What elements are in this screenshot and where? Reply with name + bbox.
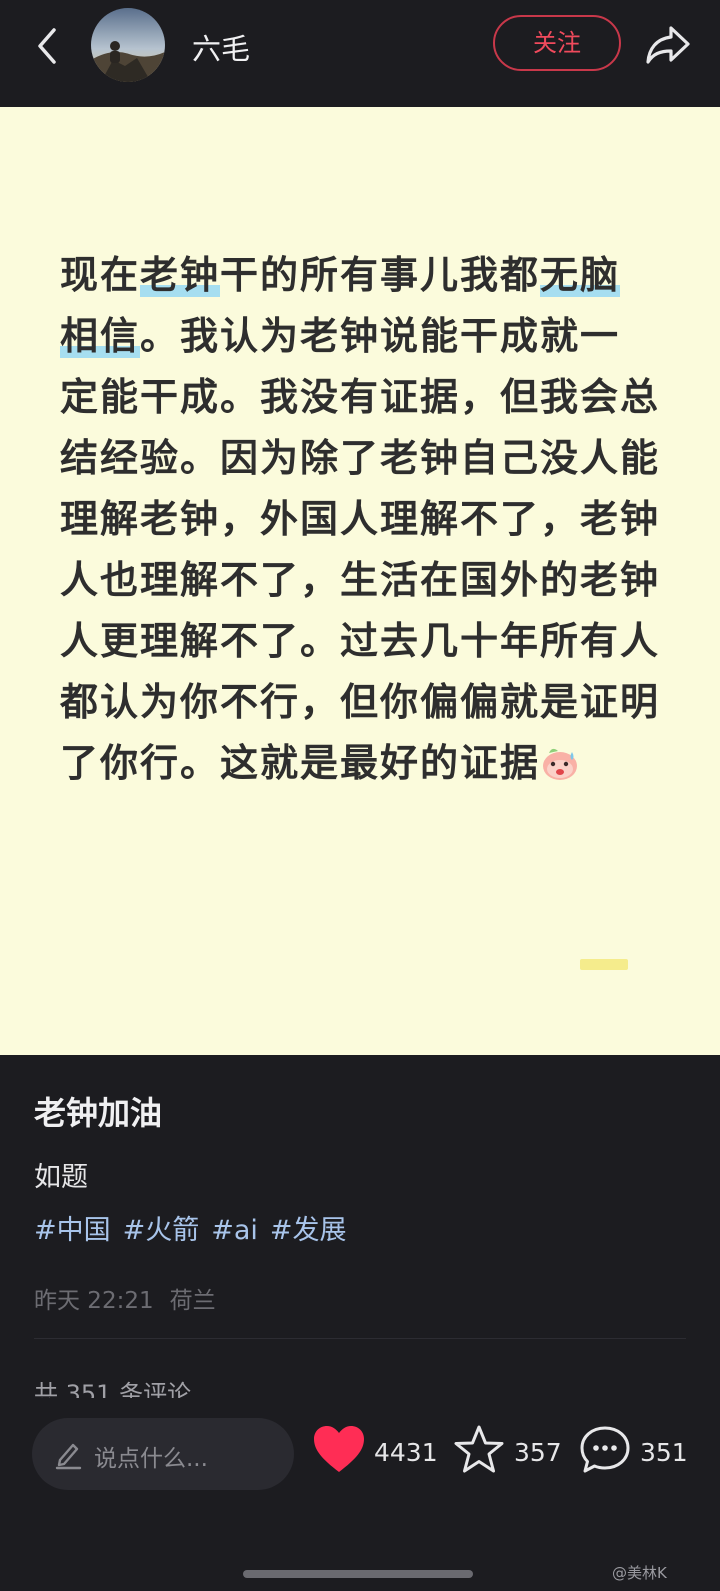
comment-placeholder: 说点什么... — [94, 1446, 208, 1472]
like-button[interactable]: 4431 — [312, 1424, 438, 1484]
home-indicator[interactable] — [243, 1570, 473, 1578]
speech-bubble-icon — [580, 1426, 630, 1473]
avatar-photo-icon — [91, 8, 165, 82]
star-icon — [454, 1425, 504, 1473]
comment-button[interactable]: 351 — [578, 1424, 688, 1484]
post-description: 如题 — [34, 1162, 88, 1193]
favorite-button[interactable]: 357 — [452, 1424, 562, 1484]
like-count: 4431 — [374, 1438, 438, 1467]
watermark: @美林K — [612, 1564, 667, 1582]
post-time: 昨天 22:21 — [34, 1288, 154, 1314]
comment-count-header[interactable]: 共 351 条评论 — [34, 1374, 191, 1400]
favorite-count: 357 — [514, 1438, 562, 1467]
decorative-mark — [580, 959, 628, 970]
post-meta: 昨天 22:21 荷兰 — [34, 1281, 232, 1315]
author-name[interactable]: 六毛 — [192, 26, 250, 68]
share-arrow-icon — [646, 26, 690, 64]
post-location: 荷兰 — [169, 1288, 216, 1314]
avatar[interactable] — [91, 8, 165, 82]
post-image-card[interactable]: 现在老钟干的所有事儿我都无脑相信。我认为老钟说能干成就一定能干成。我没有证据，但… — [0, 107, 720, 1055]
back-button[interactable] — [28, 24, 68, 68]
highlighted-text: 老钟 — [140, 253, 221, 297]
hashtag[interactable]: #火箭 — [123, 1215, 200, 1246]
pencil-icon — [55, 1443, 82, 1470]
body-text-segment: 。我认为老钟说能干成就一定能干成。我没有证据，但我会总结经验。因为除了老钟自己没… — [60, 314, 661, 785]
body-text-segment: 现在 — [60, 253, 141, 297]
comment-input[interactable]: 说点什么... — [32, 1418, 294, 1490]
post-title: 老钟加油 — [34, 1094, 163, 1132]
chevron-left-icon — [38, 28, 56, 64]
hashtag[interactable]: #发展 — [270, 1215, 347, 1246]
follow-button[interactable]: 关注 — [493, 15, 621, 71]
body-text-segment: 干的所有事儿我都 — [220, 253, 541, 297]
post-body-text: 现在老钟干的所有事儿我都无脑相信。我认为老钟说能干成就一定能干成。我没有证据，但… — [60, 245, 660, 794]
tag-list: #中国 #火箭 #ai #发展 — [34, 1208, 359, 1247]
heart-icon — [314, 1426, 364, 1472]
sweaty-face-icon — [540, 739, 580, 780]
share-button[interactable] — [644, 22, 692, 68]
hashtag[interactable]: #中国 — [34, 1215, 111, 1246]
hashtag[interactable]: #ai — [211, 1215, 258, 1246]
divider — [34, 1338, 686, 1339]
comment-count: 351 — [640, 1438, 688, 1467]
top-bar: 六毛 关注 — [0, 0, 720, 107]
